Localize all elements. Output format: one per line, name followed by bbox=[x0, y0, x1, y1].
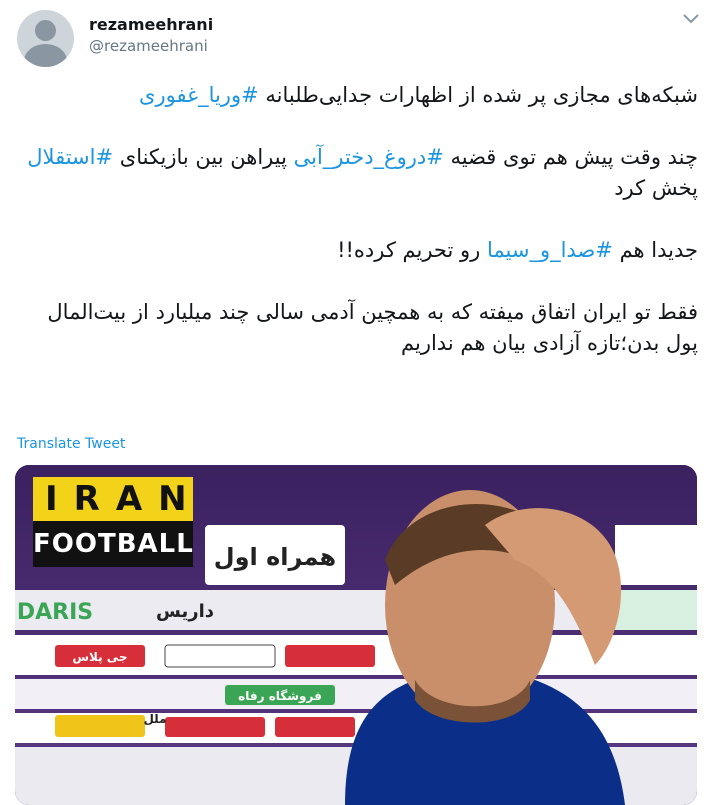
avatar[interactable] bbox=[17, 10, 74, 67]
iran-football-logo: IRAN FOOTBALL bbox=[33, 477, 193, 567]
sponsor-text-jplus: جی پلاس bbox=[72, 650, 127, 664]
tweet-media-image[interactable]: همراه اول داریس DARIS فروشگاه رفاه ملل ج… bbox=[15, 465, 697, 805]
tweet-text: شبکه‌های مجازی پر شده از اظهارات جدایی‌ط… bbox=[20, 80, 698, 359]
tweet-paragraph-2: چند وقت پیش هم توی قضیه #دروغ_دختر_آبی پ… bbox=[27, 145, 698, 200]
logo-line-1: IRAN bbox=[33, 477, 193, 521]
hashtag-link[interactable]: #صدا_و_سیما bbox=[487, 238, 613, 262]
sponsor-text-hamrah: همراه اول bbox=[214, 543, 336, 571]
sponsor-text-mellal: ملل bbox=[143, 712, 166, 726]
tweet-paragraph-3: جدیدا هم #صدا_و_سیما رو تحریم کرده!! bbox=[337, 238, 698, 262]
sponsor-text-daris-latin: DARIS bbox=[17, 600, 93, 625]
chevron-down-icon[interactable] bbox=[682, 12, 700, 26]
tweet-paragraph-1: شبکه‌های مجازی پر شده از اظهارات جدایی‌ط… bbox=[139, 83, 698, 107]
default-avatar-icon bbox=[35, 20, 56, 41]
logo-line-2: FOOTBALL bbox=[33, 521, 193, 567]
hashtag-link[interactable]: #استقلال bbox=[27, 145, 113, 169]
hashtag-link[interactable]: #دروغ_دختر_آبی bbox=[294, 145, 444, 169]
tweet-paragraph-4: فقط تو ایران اتفاق میفته که به همچین آدم… bbox=[47, 300, 698, 355]
sponsor-text-refah: فروشگاه رفاه bbox=[238, 689, 322, 704]
author-handle[interactable]: @rezameehrani bbox=[89, 37, 208, 55]
hashtag-link[interactable]: #وریا_غفوری bbox=[139, 83, 259, 107]
sponsor-text-daris: داریس bbox=[156, 601, 214, 622]
translate-tweet-link[interactable]: Translate Tweet bbox=[17, 436, 125, 452]
author-display-name[interactable]: rezameehrani bbox=[89, 15, 213, 34]
